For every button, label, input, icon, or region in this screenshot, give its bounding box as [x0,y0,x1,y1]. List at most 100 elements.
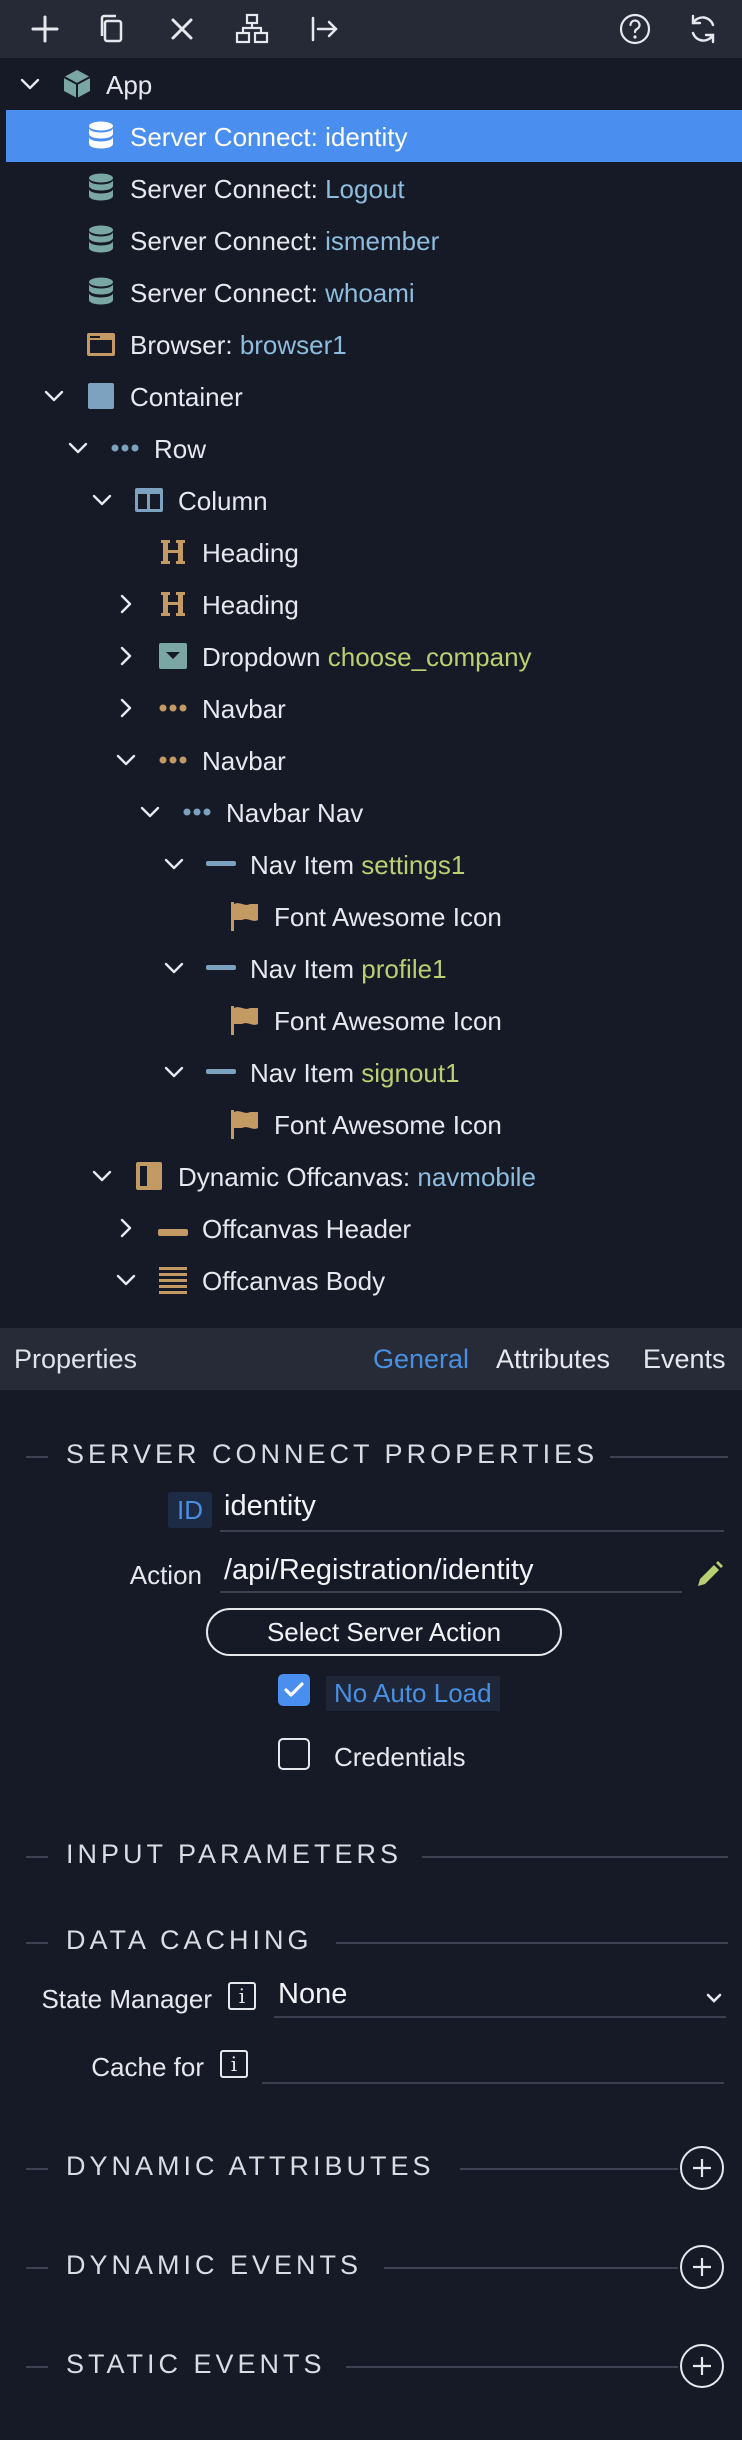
tree-item-label: Row [154,434,206,465]
tree-item-type: Heading [202,590,299,620]
tree-item-label: Dynamic Offcanvas: navmobile [178,1162,536,1193]
section-data-caching: DATA CACHING [0,1922,742,1962]
section-input-parameters[interactable]: INPUT PARAMETERS [0,1836,742,1876]
tree-item-id: Logout [325,174,405,204]
credentials-checkbox[interactable] [278,1738,310,1770]
tree-item[interactable]: Font Awesome Icon [6,890,742,942]
tree-item-label: Navbar Nav [226,798,363,829]
add-dynamic-event-button[interactable] [680,2245,724,2289]
tree-item-type: Heading [202,538,299,568]
chevron-down-icon[interactable] [90,1164,114,1188]
tree-item[interactable]: Server Connect: whoami [6,266,742,318]
properties-header: Properties General Attributes Events [0,1328,742,1390]
chevron-down-icon[interactable] [138,800,162,824]
chevron-down-icon[interactable] [66,436,90,460]
chevron-down-icon[interactable] [162,852,186,876]
tree-item-label: Font Awesome Icon [274,902,502,933]
tree-item-label: Font Awesome Icon [274,1110,502,1141]
tree-item-type: Navbar Nav [226,798,364,828]
tree-item-label: Nav Item signout1 [250,1058,460,1089]
chevron-down-icon[interactable] [162,956,186,980]
pencil-icon[interactable] [692,1558,726,1592]
tree-item[interactable]: Offcanvas Header [6,1202,742,1254]
tree-item[interactable]: Column [6,474,742,526]
tree-item[interactable]: Offcanvas Body [6,1254,742,1306]
chevron-down-icon[interactable] [90,488,114,512]
section-dynamic-attributes: DYNAMIC ATTRIBUTES [0,2146,742,2190]
database-icon [84,223,118,257]
cache-for-label: Cache for [91,2052,204,2082]
tree-item[interactable]: Row [6,422,742,474]
section-dynamic-events: DYNAMIC EVENTS [0,2245,742,2289]
no-auto-load-label: No Auto Load [326,1676,500,1711]
properties-title: Properties [14,1344,138,1374]
info-icon[interactable]: i [220,2050,248,2078]
tree-item[interactable]: Heading [6,578,742,630]
heading-icon [156,587,190,621]
chevron-down-icon[interactable] [162,1060,186,1084]
tree-item[interactable]: Navbar Nav [6,786,742,838]
chevron-down-icon[interactable] [114,1268,138,1292]
tree-item[interactable]: Dynamic Offcanvas: navmobile [6,1150,742,1202]
info-icon[interactable]: i [228,1982,256,2010]
chevron-down-icon[interactable] [704,1988,724,2008]
dash-icon [204,1055,238,1089]
tree-item[interactable]: Font Awesome Icon [6,1098,742,1150]
tree-item[interactable]: Heading [6,526,742,578]
tree-item[interactable]: Navbar [6,682,742,734]
close-icon[interactable] [157,4,207,54]
tree-item-type: Container [130,382,243,412]
tree-item-label: Browser: browser1 [130,330,347,361]
tree-item-id: profile1 [361,954,447,984]
action-label: Action [129,1560,202,1590]
copy-icon[interactable] [87,4,137,54]
tree-item-id: ismember [325,226,440,256]
chevron-down-icon[interactable] [42,384,66,408]
tree-item[interactable]: Nav Item settings1 [6,838,742,890]
section-title: SERVER CONNECT PROPERTIES [66,1439,599,1469]
tab-general[interactable]: General [373,1344,469,1375]
select-server-action-button[interactable]: Select Server Action [206,1608,562,1656]
tree-item[interactable]: Browser: browser1 [6,318,742,370]
plus-icon[interactable] [20,4,70,54]
no-auto-load-checkbox[interactable] [278,1674,310,1706]
help-icon[interactable] [610,4,660,54]
tree-item-id: browser1 [239,330,347,360]
tab-events[interactable]: Events [643,1344,726,1375]
tree-item[interactable]: App [6,58,742,110]
browser-icon [84,327,118,361]
chevron-down-icon[interactable] [18,72,42,96]
move-right-icon[interactable] [300,4,350,54]
add-static-event-button[interactable] [680,2344,724,2388]
tree-item-type: Offcanvas Body [202,1266,386,1296]
section-title: INPUT PARAMETERS [66,1839,403,1869]
tree-item[interactable]: Container [6,370,742,422]
tree-item-type: Browser: [130,330,240,360]
state-manager-select[interactable]: None [278,1978,347,2011]
tree-item-label: Nav Item settings1 [250,850,465,881]
chevron-down-icon[interactable] [114,748,138,772]
database-icon [84,171,118,205]
tree-item[interactable]: Dropdown choose_company [6,630,742,682]
credentials-label: Credentials [334,1742,466,1772]
tree-item-label: Nav Item profile1 [250,954,447,985]
tree-item-id: identity [325,122,408,152]
tree-item[interactable]: Font Awesome Icon [6,994,742,1046]
column-icon [132,483,166,517]
tree-item[interactable]: Server Connect: ismember [6,214,742,266]
id-field[interactable]: identity [224,1490,316,1523]
tree-item[interactable]: Navbar [6,734,742,786]
tree-item[interactable]: Nav Item profile1 [6,942,742,994]
refresh-icon[interactable] [678,4,728,54]
add-dynamic-attribute-button[interactable] [680,2146,724,2190]
chevron-right-icon[interactable] [114,644,138,668]
tree-item[interactable]: Nav Item signout1 [6,1046,742,1098]
tree-item[interactable]: Server Connect: Logout [6,162,742,214]
tab-attributes[interactable]: Attributes [496,1344,610,1375]
hierarchy-icon[interactable] [227,4,277,54]
chevron-right-icon[interactable] [114,592,138,616]
tree-item[interactable]: Server Connect: identity [6,110,742,162]
chevron-right-icon[interactable] [114,1216,138,1240]
action-field[interactable]: /api/Registration/identity [224,1554,534,1587]
chevron-right-icon[interactable] [114,696,138,720]
